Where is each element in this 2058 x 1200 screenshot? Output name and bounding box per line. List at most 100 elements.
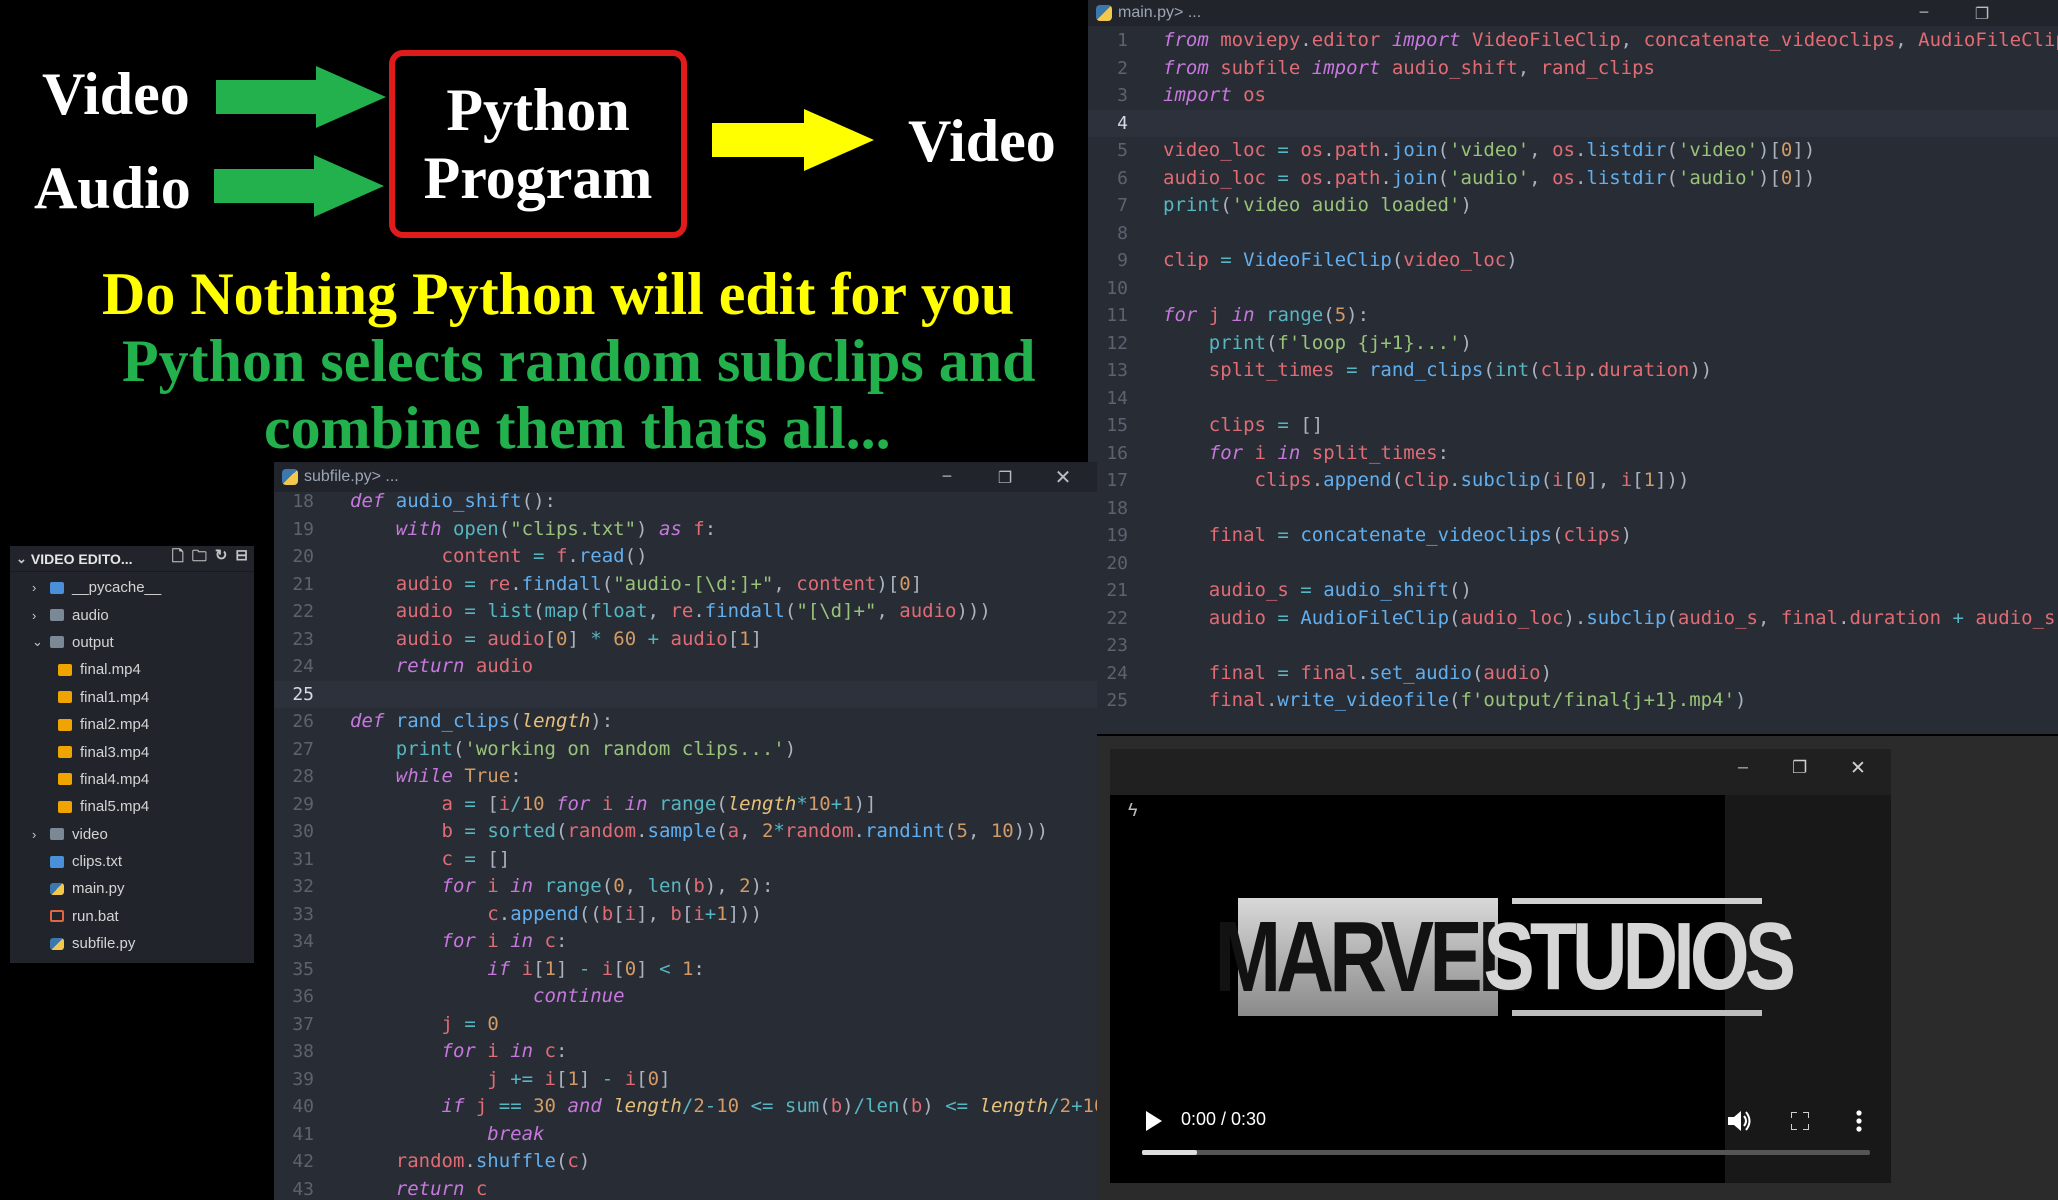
code-line[interactable]: 34 for i in c:: [274, 928, 1097, 956]
explorer-file[interactable]: clips.txt: [10, 848, 254, 875]
code-line[interactable]: 12 print(f'loop {j+1}...'): [1088, 330, 2058, 358]
explorer-folder[interactable]: › audio: [10, 601, 254, 628]
code-line[interactable]: 42 random.shuffle(c): [274, 1148, 1097, 1176]
progress-track[interactable]: [1142, 1150, 1870, 1155]
code-line[interactable]: 25: [274, 680, 1097, 708]
time-display: 0:00 / 0:30: [1181, 1109, 1267, 1129]
line-number: 10: [1106, 277, 1128, 299]
code-line[interactable]: 1 from moviepy.editor import VideoFileCli…: [1088, 27, 2058, 55]
chevron-right-icon[interactable]: ›: [32, 580, 36, 595]
code-line[interactable]: 15 clips = []: [1088, 412, 2058, 440]
code-line[interactable]: 39 j += i[1] - i[0]: [274, 1066, 1097, 1094]
code-line[interactable]: 3 import os: [1088, 82, 2058, 110]
code-line[interactable]: 33 c.append((b[i], b[i+1])): [274, 901, 1097, 929]
chevron-right-icon[interactable]: ›: [32, 608, 36, 623]
code-line[interactable]: 19 final = concatenate_videoclips(clips): [1088, 522, 2058, 550]
explorer-file[interactable]: final5.mp4: [10, 793, 254, 820]
code-line[interactable]: 23: [1088, 632, 2058, 660]
code-line[interactable]: 8: [1088, 220, 2058, 248]
code-line[interactable]: 2 from subfile import audio_shift, rand_c…: [1088, 55, 2058, 83]
explorer-file[interactable]: final3.mp4: [10, 738, 254, 765]
code-line[interactable]: 6 audio_loc = os.path.join('audio', os.li…: [1088, 165, 2058, 193]
new-file-icon[interactable]: 🗋: [172, 546, 184, 571]
explorer-file[interactable]: final.mp4: [10, 656, 254, 683]
code-line[interactable]: 26 def rand_clips(length):: [274, 708, 1097, 736]
code-line[interactable]: 21 audio = re.findall("audio-[\d:]+", co…: [274, 571, 1097, 599]
explorer-file[interactable]: run.bat: [10, 903, 254, 930]
code-line[interactable]: 37 j = 0: [274, 1011, 1097, 1039]
minimize-button[interactable]: ─: [1895, 0, 1953, 26]
code-line[interactable]: 31 c = []: [274, 846, 1097, 874]
code-line[interactable]: 14: [1088, 385, 2058, 413]
volume-icon[interactable]: [1728, 1110, 1752, 1132]
code-line[interactable]: 23 audio = audio[0] * 60 + audio[1]: [274, 626, 1097, 654]
close-button[interactable]: ✕: [1850, 757, 1866, 780]
code-line[interactable]: 7 print('video audio loaded'): [1088, 192, 2058, 220]
code-line[interactable]: 36 continue: [274, 983, 1097, 1011]
code-line[interactable]: 40 if j == 30 and length/2-10 <= sum(b)/…: [274, 1093, 1097, 1121]
subfile-editor-tab[interactable]: subfile.py: [304, 468, 372, 486]
minimize-button[interactable]: ─: [1738, 759, 1748, 775]
subfile-code-area[interactable]: 18 def audio_shift(): 19 with open("clips.…: [274, 488, 1097, 1200]
main-editor-breadcrumb[interactable]: > ...: [1174, 4, 1201, 22]
code-line[interactable]: 35 if i[1] - i[0] < 1:: [274, 956, 1097, 984]
folder-open-icon: [50, 636, 64, 649]
code-line[interactable]: 19 with open("clips.txt") as f:: [274, 516, 1097, 544]
explorer-header[interactable]: ⌄ VIDEO EDITO... 🗋 🗀 ↻ ⊟: [10, 546, 254, 572]
code-line[interactable]: 22 audio = list(map(float, re.findall("[…: [274, 598, 1097, 626]
code-line[interactable]: 20 content = f.read(): [274, 543, 1097, 571]
collapse-all-icon[interactable]: ⊟: [235, 546, 248, 571]
new-folder-icon[interactable]: 🗀: [192, 546, 207, 571]
refresh-icon[interactable]: ↻: [215, 546, 228, 571]
subfile-editor-breadcrumb[interactable]: > ...: [372, 468, 399, 486]
chevron-down-icon[interactable]: ⌄: [16, 551, 27, 567]
main-code-area[interactable]: 1 from moviepy.editor import VideoFileCli…: [1088, 27, 2058, 715]
code-line[interactable]: 25 final.write_videofile(f'output/final{…: [1088, 687, 2058, 715]
code-line[interactable]: 18: [1088, 495, 2058, 523]
code-line[interactable]: 16 for i in split_times:: [1088, 440, 2058, 468]
code-line[interactable]: 32 for i in range(0, len(b), 2):: [274, 873, 1097, 901]
chevron-right-icon[interactable]: ›: [32, 827, 36, 842]
restore-button[interactable]: ❐: [1792, 758, 1807, 778]
code-line[interactable]: 43 return c: [274, 1176, 1097, 1200]
code-text: for i in c:: [441, 930, 568, 952]
explorer-folder[interactable]: › __pycache__: [10, 574, 254, 601]
code-line[interactable]: 28 while True:: [274, 763, 1097, 791]
code-line[interactable]: 24 return audio: [274, 653, 1097, 681]
main-editor-tab[interactable]: main.py: [1118, 4, 1174, 22]
code-line[interactable]: 17 clips.append(clip.subclip(i[0], i[1])…: [1088, 467, 2058, 495]
explorer-file[interactable]: main.py: [10, 875, 254, 902]
close-button[interactable]: [2000, 0, 2058, 26]
explorer-file[interactable]: subfile.py: [10, 930, 254, 957]
code-line[interactable]: 13 split_times = rand_clips(int(clip.dur…: [1088, 357, 2058, 385]
code-line[interactable]: 11 for j in range(5):: [1088, 302, 2058, 330]
more-options-icon[interactable]: [1856, 1110, 1862, 1132]
play-icon[interactable]: [1146, 1111, 1162, 1131]
code-line[interactable]: 38 for i in c:: [274, 1038, 1097, 1066]
code-line[interactable]: 27 print('working on random clips...'): [274, 736, 1097, 764]
code-text: from subfile import audio_shift, rand_cl…: [1163, 56, 1655, 79]
line-number: 32: [292, 876, 314, 897]
explorer-file[interactable]: final4.mp4: [10, 766, 254, 793]
code-line[interactable]: 30 b = sorted(random.sample(a, 2*random.…: [274, 818, 1097, 846]
fullscreen-icon[interactable]: [1791, 1112, 1809, 1130]
code-line[interactable]: 10: [1088, 275, 2058, 303]
code-line[interactable]: 5 video_loc = os.path.join('video', os.li…: [1088, 137, 2058, 165]
code-line[interactable]: 24 final = final.set_audio(audio): [1088, 660, 2058, 688]
code-line[interactable]: 9 clip = VideoFileClip(video_loc): [1088, 247, 2058, 275]
code-line[interactable]: 20: [1088, 550, 2058, 578]
pip-icon[interactable]: ϟ: [1128, 800, 1138, 821]
explorer-folder[interactable]: › video: [10, 821, 254, 848]
line-number: 7: [1117, 195, 1128, 216]
explorer-file[interactable]: final2.mp4: [10, 711, 254, 738]
code-line[interactable]: 21 audio_s = audio_shift(): [1088, 577, 2058, 605]
chevron-down-icon[interactable]: ⌄: [32, 634, 43, 650]
code-line[interactable]: 41 break: [274, 1121, 1097, 1149]
explorer-file[interactable]: final1.mp4: [10, 684, 254, 711]
code-line[interactable]: 18 def audio_shift():: [274, 488, 1097, 516]
code-line[interactable]: 29 a = [i/10 for i in range(length*10+1)…: [274, 791, 1097, 819]
code-line[interactable]: 4: [1088, 109, 2058, 137]
explorer-folder[interactable]: ⌄ output: [10, 629, 254, 656]
studios-logo-text: STUDIOS: [1483, 903, 1796, 1010]
code-line[interactable]: 22 audio = AudioFileClip(audio_loc).subc…: [1088, 605, 2058, 633]
